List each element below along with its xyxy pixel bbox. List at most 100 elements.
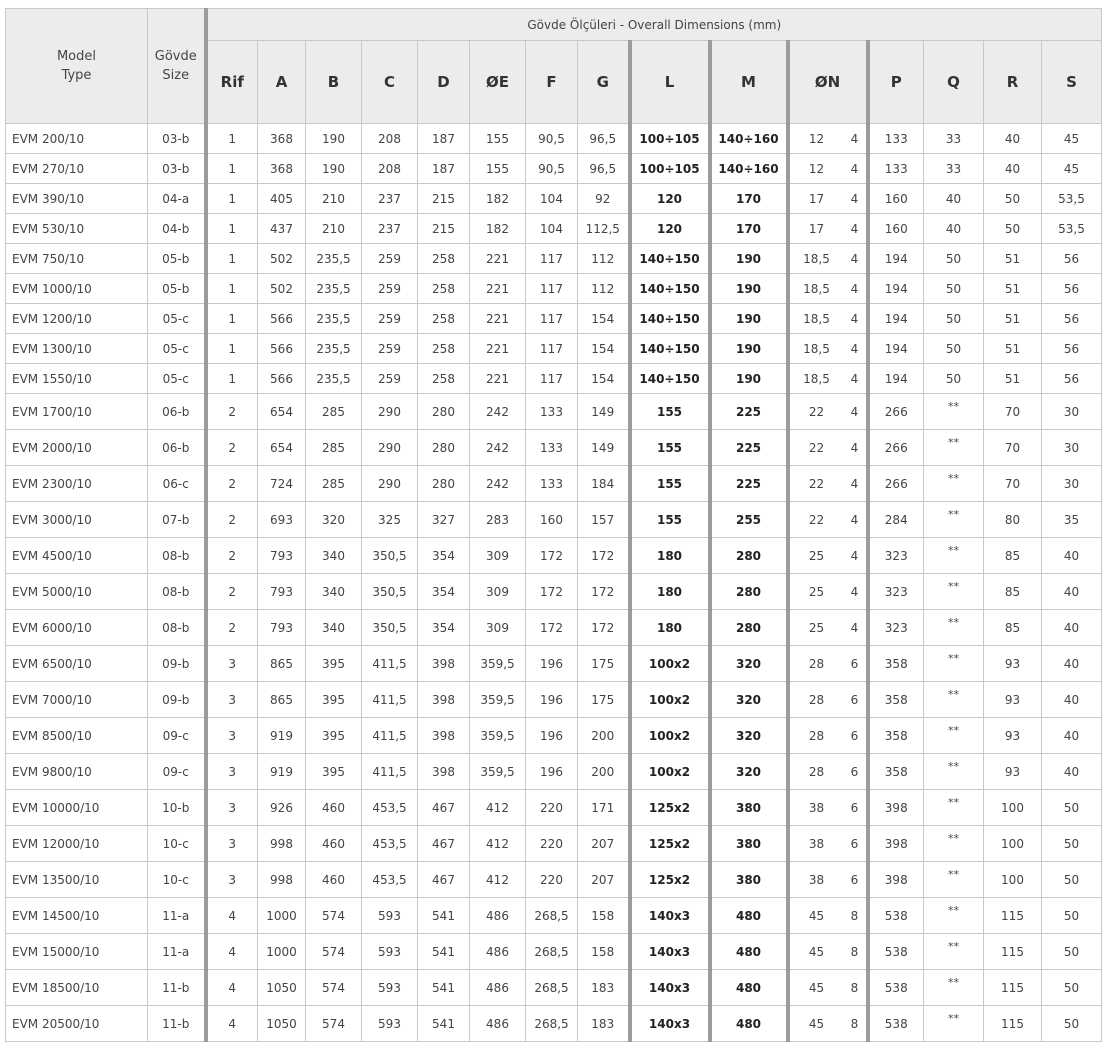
cell-g: 112 xyxy=(577,273,630,304)
cell-d: 541 xyxy=(417,933,470,970)
table-row: EVM 270/10 03-b 1 368 190 208 187 155 90,5 96,5 10… xyxy=(5,153,1103,184)
cell-on: 28 xyxy=(785,645,844,682)
cell-a: 998 xyxy=(257,861,306,898)
column-header-r: R xyxy=(983,40,1042,124)
cell-g: 154 xyxy=(577,303,630,334)
column-header-oe: ØE xyxy=(469,40,526,124)
cell-a: 793 xyxy=(257,573,306,610)
cell-q: ** xyxy=(923,573,984,610)
cell-on-count: 6 xyxy=(843,645,868,682)
cell-f: 196 xyxy=(525,717,578,754)
cell-oe: 359,5 xyxy=(469,717,526,754)
cell-d: 398 xyxy=(417,645,470,682)
cell-s: 40 xyxy=(1040,753,1103,790)
cell-b: 285 xyxy=(305,465,362,502)
table-row: EVM 6500/10 09-b 3 865 395 411,5 398 359,5 196 17… xyxy=(5,645,1103,682)
column-header-b: B xyxy=(305,40,362,124)
cell-c: 593 xyxy=(361,969,418,1006)
cell-size: 08-b xyxy=(147,609,206,646)
cell-model: EVM 2000/10 xyxy=(5,429,148,466)
cell-f: 117 xyxy=(525,303,578,334)
cell-on-count: 4 xyxy=(843,303,868,334)
cell-on: 17 xyxy=(785,213,844,244)
cell-a: 1050 xyxy=(257,969,306,1006)
cell-model: EVM 530/10 xyxy=(5,213,148,244)
cell-a: 724 xyxy=(257,465,306,502)
cell-m: 225 xyxy=(707,465,788,502)
column-header-d: D xyxy=(417,40,470,124)
cell-r: 51 xyxy=(983,243,1042,274)
cell-m: 320 xyxy=(707,753,788,790)
cell-p: 194 xyxy=(865,273,924,304)
cell-b: 235,5 xyxy=(305,333,362,364)
cell-size: 09-c xyxy=(147,717,206,754)
cell-rif: 2 xyxy=(203,573,258,610)
cell-on-count: 4 xyxy=(843,537,868,574)
cell-f: 160 xyxy=(525,501,578,538)
cell-on: 38 xyxy=(785,861,844,898)
column-header-m: M xyxy=(707,40,788,124)
cell-on-count: 4 xyxy=(843,609,868,646)
cell-on-count: 4 xyxy=(843,213,868,244)
cell-s: 50 xyxy=(1040,897,1103,934)
cell-b: 235,5 xyxy=(305,273,362,304)
cell-size: 04-a xyxy=(147,183,206,214)
cell-on-count: 8 xyxy=(843,897,868,934)
cell-r: 50 xyxy=(983,183,1042,214)
cell-l: 180 xyxy=(627,573,710,610)
cell-f: 196 xyxy=(525,645,578,682)
cell-g: 172 xyxy=(577,573,630,610)
cell-r: 93 xyxy=(983,645,1042,682)
cell-r: 100 xyxy=(983,789,1042,826)
cell-c: 411,5 xyxy=(361,681,418,718)
table-row: EVM 1000/10 05-b 1 502 235,5 259 258 221 117 112 1… xyxy=(5,273,1103,304)
cell-a: 566 xyxy=(257,363,306,394)
cell-on: 18,5 xyxy=(785,333,844,364)
cell-f: 133 xyxy=(525,393,578,430)
cell-on: 18,5 xyxy=(785,303,844,334)
cell-on: 38 xyxy=(785,825,844,862)
cell-m: 225 xyxy=(707,393,788,430)
cell-rif: 1 xyxy=(203,153,258,184)
cell-a: 502 xyxy=(257,243,306,274)
cell-size: 10-b xyxy=(147,789,206,826)
cell-p: 194 xyxy=(865,363,924,394)
column-header-c: C xyxy=(361,40,418,124)
cell-f: 268,5 xyxy=(525,933,578,970)
cell-q: ** xyxy=(923,609,984,646)
cell-d: 280 xyxy=(417,393,470,430)
column-header-on: ØN xyxy=(785,40,868,124)
cell-f: 196 xyxy=(525,753,578,790)
cell-on-count: 6 xyxy=(843,825,868,862)
cell-b: 574 xyxy=(305,933,362,970)
cell-on: 22 xyxy=(785,501,844,538)
cell-s: 53,5 xyxy=(1040,213,1103,244)
cell-c: 208 xyxy=(361,123,418,154)
cell-a: 1000 xyxy=(257,897,306,934)
cell-r: 115 xyxy=(983,1005,1042,1042)
cell-model: EVM 1000/10 xyxy=(5,273,148,304)
cell-m: 320 xyxy=(707,717,788,754)
cell-b: 340 xyxy=(305,537,362,574)
cell-f: 117 xyxy=(525,333,578,364)
cell-p: 538 xyxy=(865,933,924,970)
cell-rif: 4 xyxy=(203,933,258,970)
cell-f: 117 xyxy=(525,273,578,304)
page: Model Type Gövde Size Gövde Ölçüleri - O… xyxy=(0,0,1106,1042)
cell-s: 40 xyxy=(1040,573,1103,610)
cell-size: 11-a xyxy=(147,933,206,970)
cell-c: 593 xyxy=(361,1005,418,1042)
cell-f: 268,5 xyxy=(525,897,578,934)
table-row: EVM 1300/10 05-c 1 566 235,5 259 258 221 117 154 1… xyxy=(5,333,1103,364)
cell-oe: 486 xyxy=(469,969,526,1006)
cell-rif: 1 xyxy=(203,213,258,244)
cell-oe: 486 xyxy=(469,897,526,934)
cell-m: 480 xyxy=(707,969,788,1006)
cell-p: 398 xyxy=(865,861,924,898)
cell-q: ** xyxy=(923,825,984,862)
cell-q: ** xyxy=(923,393,984,430)
cell-l: 140÷150 xyxy=(627,273,710,304)
cell-r: 115 xyxy=(983,897,1042,934)
cell-q: 40 xyxy=(923,213,984,244)
table-row: EVM 3000/10 07-b 2 693 320 325 327 283 160 157 155… xyxy=(5,501,1103,538)
